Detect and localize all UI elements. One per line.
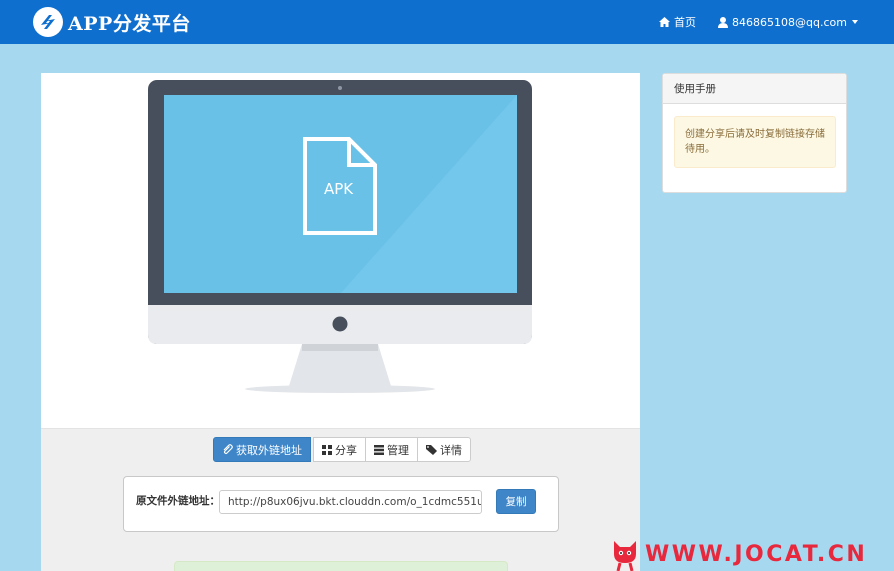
file-type-label: APK (324, 180, 354, 198)
link-label: 原文件外链地址： (136, 495, 220, 507)
share-label: 分享 (335, 443, 357, 457)
details-label: 详情 (440, 443, 462, 457)
get-link-button[interactable]: 获取外链地址 (213, 437, 311, 462)
tasks-icon (374, 444, 384, 455)
home-icon (659, 17, 671, 27)
copy-button[interactable]: 复制 (496, 489, 536, 514)
action-button-group: 获取外链地址 分享 管理 详情 (213, 437, 471, 462)
brand-title: APP分发平台 (68, 12, 191, 35)
chevron-down-icon (852, 20, 858, 24)
main-panel: APK 获取外链地址 分享 管理 详情 原文件外链地址： http://p8ux… (41, 73, 640, 571)
manage-label: 管理 (387, 443, 409, 457)
tags-icon (426, 444, 437, 455)
nav-home-label: 首页 (674, 16, 697, 29)
notice-alert: 创建分享后请及时复制链接存储待用。 (674, 116, 836, 168)
monitor-button (332, 316, 348, 332)
copy-label: 复制 (505, 496, 527, 508)
paperclip-icon (223, 444, 233, 455)
user-menu-dropdown[interactable]: 846865108@qq.com (718, 16, 858, 29)
link-url-value: http://p8ux06jvu.bkt.clouddn.com/o_1cdmc… (228, 496, 482, 508)
brand[interactable]: APP分发平台 (32, 5, 191, 39)
details-button[interactable]: 详情 (417, 437, 471, 462)
monitor-camera (338, 86, 342, 90)
external-link-input[interactable]: http://p8ux06jvu.bkt.clouddn.com/o_1cdmc… (219, 490, 482, 514)
success-alert (174, 561, 508, 571)
top-navbar: APP分发平台 首页 846865108@qq.com (0, 0, 894, 44)
nav-home-link[interactable]: 首页 (659, 14, 696, 30)
site-watermark: WWW.JOCAT.CN (611, 538, 867, 571)
usage-manual-panel: 使用手册 创建分享后请及时复制链接存储待用。 (662, 73, 847, 193)
notice-text: 创建分享后请及时复制链接存储待用。 (685, 129, 825, 155)
panel-heading: 使用手册 (663, 74, 846, 104)
app-logo-icon (33, 7, 63, 37)
panel-title: 使用手册 (674, 83, 716, 95)
user-email: 846865108@qq.com (732, 15, 847, 29)
share-button[interactable]: 分享 (313, 437, 366, 462)
get-link-label: 获取外链地址 (236, 443, 302, 457)
action-area: 获取外链地址 分享 管理 详情 原文件外链地址： http://p8ux06jv… (41, 428, 640, 571)
watermark-text: WWW.JOCAT.CN (645, 542, 868, 567)
app-preview: APK (41, 73, 640, 428)
monitor-base (245, 385, 435, 393)
manage-button[interactable]: 管理 (365, 437, 418, 462)
monitor-illustration (148, 80, 532, 393)
cat-logo-icon (614, 541, 636, 571)
user-icon (718, 16, 729, 28)
external-link-box: 原文件外链地址： http://p8ux06jvu.bkt.clouddn.co… (123, 476, 559, 532)
share-icon (322, 444, 332, 455)
